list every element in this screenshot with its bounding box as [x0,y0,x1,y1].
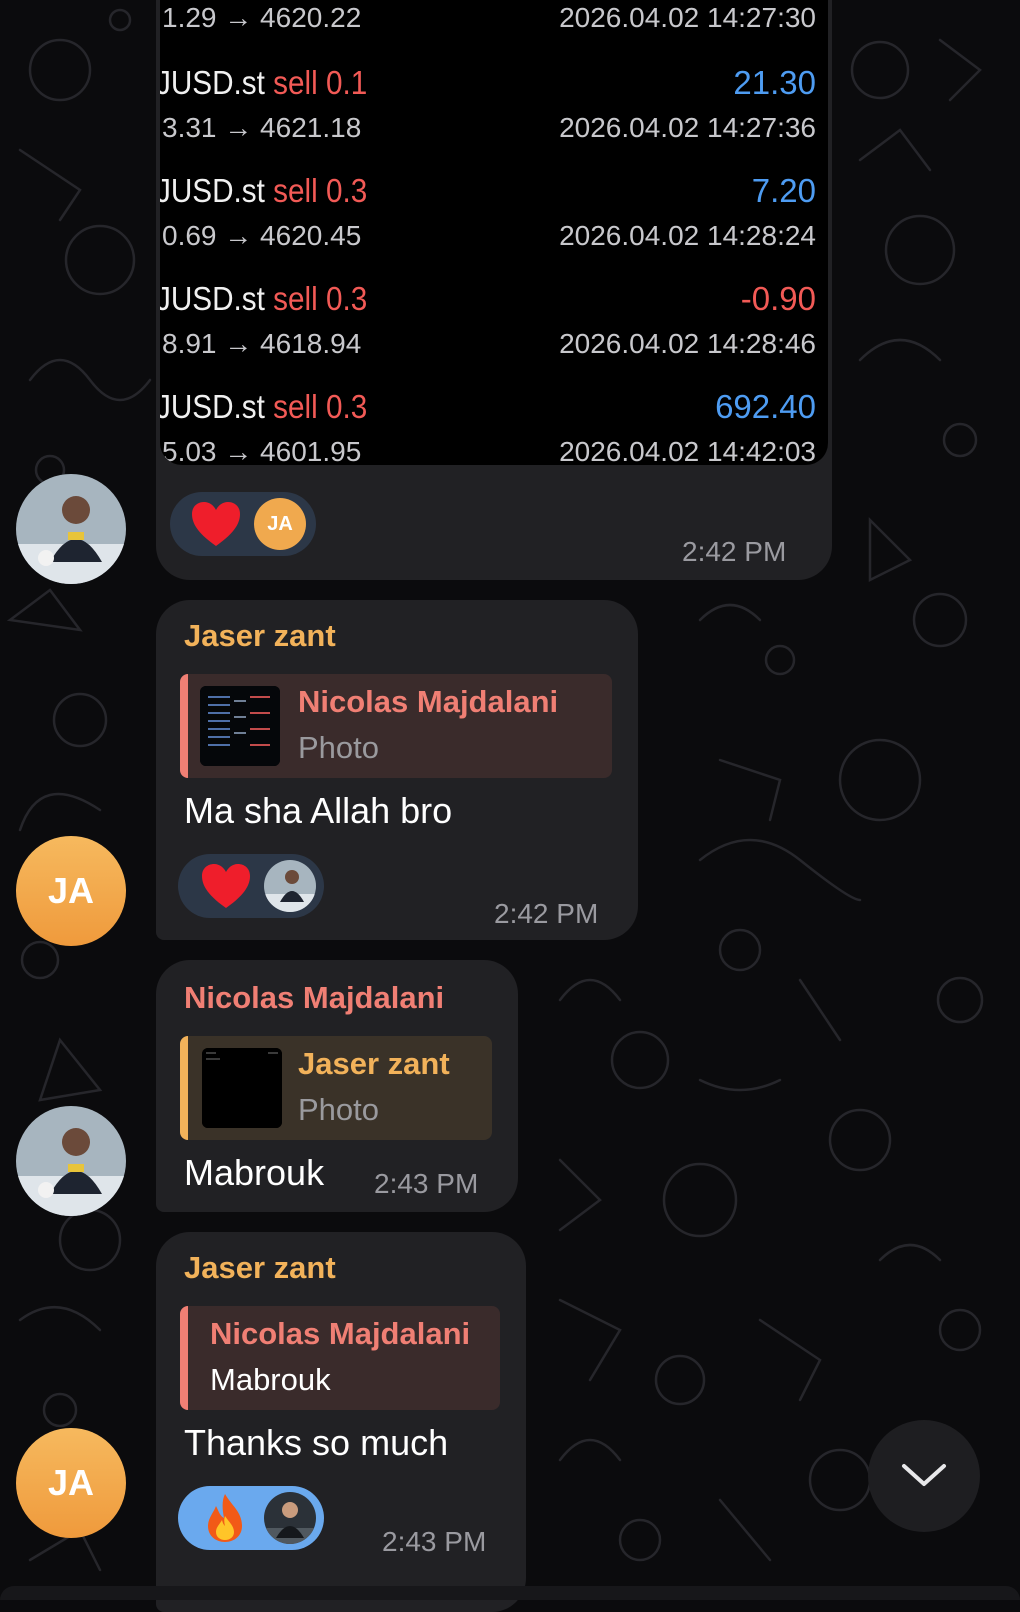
trade-row: JUSD.st sell 0.3 692.40 5.03 → 4601.95 2… [160,328,828,465]
trade-screenshot-thumbnail-icon [200,686,280,766]
reply-quote[interactable]: Nicolas Majdalani Photo [180,674,612,778]
sender-name[interactable]: Nicolas Majdalani [184,980,444,1016]
dark-screenshot-thumbnail-icon [202,1048,282,1128]
reactor-avatar [264,860,316,912]
user-photo-icon [16,474,126,584]
message-time: 2:42 PM [494,898,599,929]
heart-icon [202,864,250,908]
trade-row: JUSD.st sell 0.3 7.20 0.69 → 4620.45 202… [160,112,828,251]
user-photo-icon [264,860,316,912]
heart-icon [192,502,240,546]
user-photo-avatar[interactable] [16,474,126,584]
reply-quote[interactable]: Nicolas Majdalani Mabrouk [180,1306,500,1410]
trade-symbol: JUSD.st [160,280,265,317]
message-text: Thanks so much [184,1422,449,1463]
reaction-heart[interactable] [178,854,324,918]
trade-symbol: JUSD.st [160,64,265,101]
chevron-down-icon [902,1464,946,1486]
reply-bar [180,674,188,778]
trade-side: sell 0.3 [273,280,368,317]
reply-text: Photo [298,1092,380,1127]
reactor-avatar [264,1492,316,1544]
message-time: 2:43 PM [374,1168,479,1199]
user-photo-icon [264,1492,316,1544]
trade-side: sell 0.3 [273,172,368,209]
reply-bar [180,1036,188,1140]
message-text: Mabrouk [184,1152,325,1193]
message-time: 2:42 PM [682,536,787,567]
sender-name[interactable]: Jaser zant [184,1250,336,1286]
reply-quote[interactable]: Jaser zant Photo [180,1036,492,1140]
sender-avatar[interactable]: JA [16,1428,126,1538]
trade-symbol: JUSD.st [160,172,265,209]
sender-name[interactable]: Jaser zant [184,618,336,654]
scroll-to-bottom-button[interactable] [868,1420,980,1532]
sender-avatar[interactable]: JA [16,836,126,946]
trade-side: sell 0.3 [273,388,368,425]
trade-history-screenshot[interactable]: 1.29 → 4620.22 2026.04.02 14:27:30 JUSD.… [160,0,828,465]
user-photo-icon [16,1106,126,1216]
trade-profit: -0.90 [740,280,816,317]
input-bar-edge [0,1586,1020,1600]
trade-profit: 21.30 [733,64,816,101]
trade-profit: 692.40 [715,388,816,425]
trade-symbol: JUSD.st [160,388,265,425]
reply-author: Jaser zant [298,1046,450,1081]
reaction-heart[interactable]: JA [170,492,316,556]
reply-photo-thumbnail [200,686,280,766]
trade-row: JUSD.st sell 0.3 -0.90 8.91 → 4618.94 20… [160,220,828,359]
user-photo-avatar[interactable] [16,1106,126,1216]
trade-date: 2026.04.02 14:42:03 [559,436,816,465]
reply-text: Photo [298,730,380,765]
message-text: Ma sha Allah bro [184,790,453,831]
trade-prices: 5.03 → 4601.95 [162,436,362,465]
reactor-avatar: JA [254,498,306,550]
trade-profit: 7.20 [751,172,816,209]
reply-author: Nicolas Majdalani [210,1316,471,1351]
reaction-fire[interactable] [178,1486,324,1550]
reply-photo-thumbnail [202,1048,282,1128]
trade-side: sell 0.1 [273,64,368,101]
reply-text: Mabrouk [210,1362,331,1397]
message-time: 2:43 PM [382,1526,487,1557]
trade-row: JUSD.st sell 0.1 21.30 3.31 → 4621.18 20… [160,4,828,143]
fire-icon [208,1494,242,1542]
reply-bar [180,1306,188,1410]
reply-author: Nicolas Majdalani [298,684,559,719]
